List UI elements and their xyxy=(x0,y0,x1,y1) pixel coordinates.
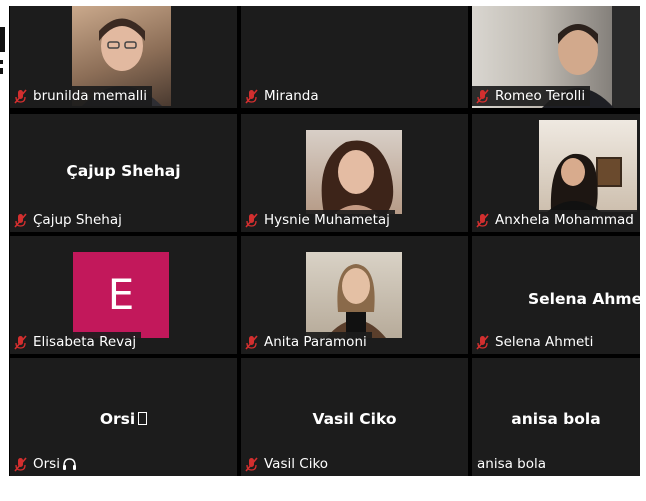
participant-tile-romeo[interactable]: Romeo Terolli xyxy=(472,6,640,108)
participant-name-tag: Romeo Terolli xyxy=(472,86,591,106)
participant-name-tag: anisa bola xyxy=(472,454,552,474)
participant-name: Anxhela Mohammad xyxy=(495,212,634,228)
participant-grid: brunilda memalli Miranda Romeo Terolli Ç… xyxy=(9,6,640,476)
participant-tile-vasil[interactable]: Vasil Ciko Vasil Ciko xyxy=(241,358,468,476)
participant-name: Hysnie Muhametaj xyxy=(264,212,390,228)
participant-name-tag: brunilda memalli xyxy=(10,86,152,106)
participant-tile-cajup[interactable]: Çajup Shehaj Çajup Shehaj xyxy=(10,114,237,232)
participant-name: anisa bola xyxy=(477,456,547,472)
video-feed xyxy=(306,130,402,214)
microphone-muted-icon xyxy=(245,334,258,350)
participant-tile-anita[interactable]: Anita Paramoni xyxy=(241,236,468,354)
microphone-muted-icon xyxy=(14,334,27,350)
participant-name: Çajup Shehaj xyxy=(33,212,122,228)
participant-display-name: anisa bola xyxy=(511,410,601,428)
video-feed xyxy=(539,120,637,212)
microphone-muted-icon xyxy=(14,212,27,228)
participant-name: Elisabeta Revaj xyxy=(33,334,137,350)
avatar-letter: E xyxy=(107,270,135,319)
participant-name-tag: Anita Paramoni xyxy=(241,332,372,352)
participant-name-tag: Elisabeta Revaj xyxy=(10,332,142,352)
microphone-muted-icon xyxy=(245,212,258,228)
participant-tile-hysnie[interactable]: Hysnie Muhametaj xyxy=(241,114,468,232)
participant-display-name: Orsi xyxy=(10,410,237,428)
participant-tile-elisabeta[interactable]: E Elisabeta Revaj xyxy=(10,236,237,354)
microphone-muted-icon xyxy=(476,88,489,104)
participant-name: brunilda memalli xyxy=(33,88,147,104)
video-feed xyxy=(306,252,402,338)
microphone-muted-icon xyxy=(245,88,258,104)
participant-name: Orsi xyxy=(33,456,60,472)
participant-tile-miranda[interactable]: Miranda xyxy=(241,6,468,108)
avatar: E xyxy=(73,252,169,338)
participant-display-name: Çajup Shehaj xyxy=(66,162,181,180)
participant-name: Miranda xyxy=(264,88,319,104)
participant-tile-orsi[interactable]: Orsi Orsi xyxy=(10,358,237,476)
participant-display-name-text: Orsi xyxy=(99,410,136,428)
participant-display-name: Selena Ahmeti xyxy=(528,290,640,308)
microphone-muted-icon xyxy=(14,456,27,472)
participant-tile-selena[interactable]: Selena Ahmeti Selena Ahmeti xyxy=(472,236,640,354)
edge-logo xyxy=(0,0,9,100)
participant-name-tag: Çajup Shehaj xyxy=(10,210,127,230)
participant-tile-anxhela[interactable]: Anxhela Mohammad xyxy=(472,114,640,232)
participant-name: Vasil Ciko xyxy=(264,456,329,472)
microphone-muted-icon xyxy=(476,212,489,228)
participant-name-tag: Vasil Ciko xyxy=(241,454,334,474)
participant-name-tag: Selena Ahmeti xyxy=(472,332,599,352)
headset-icon xyxy=(62,457,76,470)
microphone-muted-icon xyxy=(14,88,27,104)
participant-name-tag: Miranda xyxy=(241,86,324,106)
participant-name: Selena Ahmeti xyxy=(495,334,594,350)
participant-name: Romeo Terolli xyxy=(495,88,586,104)
participant-tile-brunilda[interactable]: brunilda memalli xyxy=(10,6,237,108)
microphone-muted-icon xyxy=(476,334,489,350)
participant-name-tag: Anxhela Mohammad xyxy=(472,210,639,230)
microphone-muted-icon xyxy=(245,456,258,472)
participant-display-name: Vasil Ciko xyxy=(312,410,397,428)
participant-tile-anisa[interactable]: anisa bola anisa bola xyxy=(472,358,640,476)
participant-name-tag: Orsi xyxy=(10,454,82,474)
participant-name: Anita Paramoni xyxy=(264,334,367,350)
unsupported-glyph-icon xyxy=(138,412,148,425)
participant-name-tag: Hysnie Muhametaj xyxy=(241,210,395,230)
